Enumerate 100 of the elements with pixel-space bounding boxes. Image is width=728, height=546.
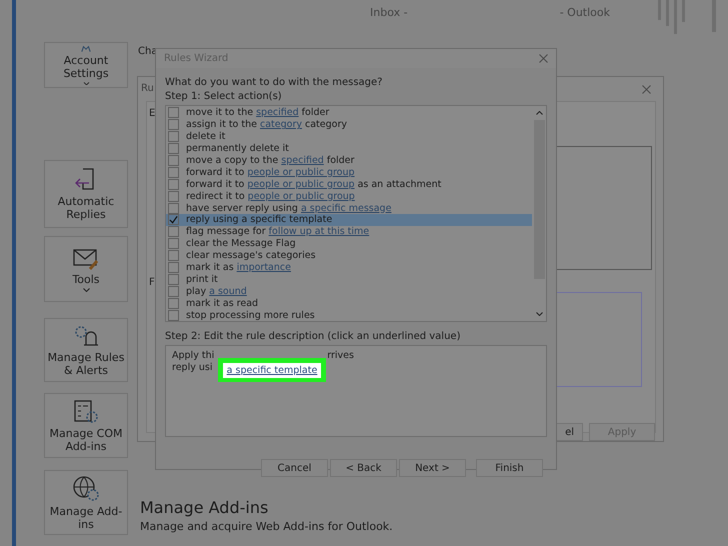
action-label: forward it to people or public group — [186, 166, 355, 178]
action-row[interactable]: mark it as importance — [166, 262, 532, 274]
checkbox[interactable] — [168, 262, 179, 274]
action-label: stop processing more rules — [186, 310, 315, 321]
checkbox[interactable] — [168, 250, 179, 262]
sidebar-label: Manage Add-ins — [48, 504, 124, 530]
sidebar-button[interactable]: Manage Rules & Alerts — [44, 318, 128, 382]
section-title: Manage Add-ins — [140, 498, 268, 517]
sidebar-label: Automatic Replies — [56, 195, 116, 221]
value-link[interactable]: people or public group — [247, 166, 355, 178]
action-label: move it to the specified folder — [186, 107, 330, 118]
sidebar-button[interactable]: Tools — [44, 236, 128, 302]
action-label: clear message's categories — [186, 250, 316, 262]
action-label: play a sound — [186, 286, 247, 297]
action-label: permanently delete it — [186, 143, 289, 154]
action-label: forward it to people or public group as an attachment — [186, 178, 442, 190]
dialog-button[interactable]: Finish — [476, 459, 543, 478]
action-label: redirect it to people or public group — [186, 190, 355, 202]
checkbox[interactable] — [168, 286, 179, 297]
action-label: flag message for follow up at this time — [186, 226, 370, 238]
action-row[interactable]: flag message for follow up at this time — [166, 226, 532, 238]
action-row[interactable]: move a copy to the specified folder — [166, 154, 532, 166]
checkbox[interactable] — [168, 298, 179, 309]
checkbox[interactable] — [168, 238, 179, 250]
checkbox[interactable] — [168, 310, 179, 321]
action-row[interactable]: forward it to people or public group — [166, 166, 532, 178]
action-label: have server reply using a specific message — [186, 202, 392, 214]
action-label: reply using a specific template — [186, 214, 332, 226]
sidebar-label: Account Settings — [62, 54, 110, 80]
checkbox[interactable] — [168, 131, 179, 142]
sidebar-label: Manage Rules & Alerts — [46, 351, 126, 377]
action-row[interactable]: clear the Message Flag — [166, 238, 532, 250]
value-link[interactable]: people or public group — [247, 178, 355, 190]
action-row[interactable]: have server reply using a specific message — [166, 202, 532, 214]
checkbox[interactable] — [168, 107, 179, 118]
value-link[interactable]: specified — [256, 107, 299, 118]
action-label: mark it as importance — [186, 262, 291, 274]
action-row[interactable]: move it to the specified folder — [166, 107, 532, 119]
value-link[interactable]: category — [260, 119, 302, 130]
action-row[interactable]: assign it to the category category — [166, 118, 532, 131]
section-text: Manage and acquire Web Add-ins for Outlook. — [140, 520, 393, 533]
scroll-up-icon[interactable] — [536, 111, 542, 115]
dialog-button[interactable]: Next > — [399, 459, 466, 478]
scrollbar-thumb[interactable] — [534, 120, 544, 280]
window-title: - Outlook — [560, 6, 610, 19]
close-icon[interactable] — [642, 85, 651, 94]
globe-gear-icon — [72, 474, 100, 502]
checkbox[interactable] — [168, 119, 179, 130]
close-icon[interactable] — [539, 54, 548, 63]
action-row[interactable]: permanently delete it — [166, 142, 532, 155]
checkbox[interactable] — [168, 166, 179, 178]
action-label: clear the Message Flag — [186, 238, 296, 250]
value-link[interactable]: specified — [281, 155, 324, 166]
actions-list[interactable] — [165, 105, 547, 322]
action-row[interactable]: redirect it to people or public group — [166, 190, 532, 202]
field-label: F — [149, 277, 155, 288]
checkbox[interactable] — [168, 274, 179, 285]
value-link[interactable]: people or public group — [248, 190, 355, 202]
scroll-down-icon[interactable] — [536, 312, 542, 316]
checkbox[interactable] — [168, 190, 179, 202]
action-label: move a copy to the specified folder — [186, 155, 354, 166]
sidebar-label: Manage COM Add-ins — [48, 426, 124, 452]
window-title: Inbox - — [370, 6, 408, 19]
action-row[interactable]: forward it to people or public group as an attachment — [166, 178, 532, 190]
description-text: Apply thi — [172, 350, 214, 362]
action-label: print it — [186, 274, 218, 285]
action-row[interactable]: clear message's categories — [166, 250, 532, 262]
value-link[interactable]: a specific message — [300, 202, 392, 214]
dialog-button[interactable]: < Back — [330, 459, 397, 478]
action-row[interactable]: play a sound — [166, 285, 532, 298]
template-link[interactable]: a specific template — [222, 362, 322, 378]
action-label: assign it to the category category — [186, 119, 347, 130]
question-text: What do you want to do with the message? — [165, 76, 384, 90]
action-row[interactable]: mark it as read — [166, 297, 532, 310]
action-row[interactable]: reply using a specific template — [166, 214, 532, 226]
dialog-title: Ru — [141, 83, 154, 94]
action-row[interactable]: print it — [166, 273, 532, 286]
description-text: rrives — [327, 350, 354, 362]
checkbox[interactable] — [168, 178, 179, 190]
step-label: Step 1: Select action(s) — [165, 90, 283, 104]
value-link[interactable]: a sound — [209, 286, 247, 297]
sidebar-button[interactable]: Manage Add-ins — [44, 470, 128, 535]
action-label: delete it — [186, 131, 226, 142]
description-text: reply usi — [172, 362, 212, 374]
dialog-button[interactable]: Cancel — [261, 459, 328, 478]
checkbox[interactable] — [168, 226, 179, 238]
checkbox[interactable] — [168, 155, 179, 166]
checkbox[interactable] — [168, 202, 179, 214]
list-gear-icon — [73, 398, 99, 424]
action-row[interactable]: delete it — [166, 130, 532, 143]
sidebar-button[interactable]: Manage COM Add-ins — [44, 393, 128, 458]
sidebar-button[interactable]: Automatic Replies — [44, 160, 128, 228]
checkbox[interactable] — [168, 143, 179, 154]
step-label: Step 2: Edit the rule description (click an underlined value) — [165, 330, 462, 344]
action-row[interactable]: stop processing more rules — [166, 309, 532, 322]
checkbox[interactable] — [168, 214, 179, 226]
value-link[interactable]: follow up at this time — [268, 226, 370, 238]
field-label: E — [149, 108, 156, 119]
sidebar-button[interactable]: Account Settings — [44, 42, 128, 88]
value-link[interactable]: importance — [236, 262, 291, 274]
